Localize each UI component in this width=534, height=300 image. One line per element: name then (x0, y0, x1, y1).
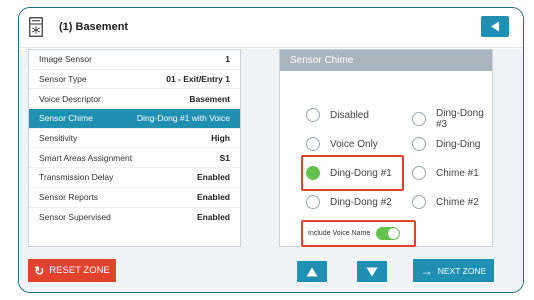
chime-option-ding-ding[interactable]: Ding-Ding (412, 137, 480, 151)
chime-option-ding-dong-2[interactable]: Ding-Dong #2 (306, 195, 392, 209)
next-zone-button[interactable]: → NEXT ZONE (413, 259, 494, 282)
radio-button[interactable] (306, 108, 320, 122)
include-voice-label: Include Voice Name (308, 230, 371, 237)
row-value: Basement (189, 93, 230, 104)
row-label: Image Sensor (39, 54, 92, 65)
refresh-icon: ↻ (34, 263, 45, 278)
header-bar: (1) Basement (19, 8, 523, 48)
radio-button[interactable] (412, 166, 426, 180)
row-label: Voice Descriptor (39, 93, 101, 104)
row-value: Enabled (196, 192, 230, 203)
settings-row-sensitivity[interactable]: Sensitivity High (29, 129, 240, 149)
radio-button-selected[interactable] (306, 166, 320, 180)
next-row-button[interactable] (357, 261, 387, 282)
row-value: Enabled (196, 212, 230, 223)
row-value: 1 (225, 54, 230, 65)
row-label: Sensor Supervised (39, 212, 111, 223)
option-label: Chime #2 (436, 196, 479, 208)
option-label: Voice Only (330, 138, 378, 150)
option-label: Ding-Dong #3 (436, 108, 484, 130)
settings-row-sensor-supervised[interactable]: Sensor Supervised Enabled (29, 208, 240, 228)
previous-button[interactable] (297, 261, 327, 282)
back-arrow-icon (491, 21, 499, 32)
settings-row-voice-descriptor[interactable]: Voice Descriptor Basement (29, 89, 240, 110)
settings-row-sensor-type[interactable]: Sensor Type 01 - Exit/Entry 1 (29, 70, 240, 90)
chime-option-chime-1[interactable]: Chime #1 (412, 166, 479, 180)
page-title: (1) Basement (59, 21, 129, 33)
chime-option-voice-only[interactable]: Voice Only (306, 137, 378, 151)
arrow-right-icon: → (420, 263, 433, 278)
option-label: Ding-Ding (436, 138, 481, 150)
settings-row-smart-areas[interactable]: Smart Areas Assignment S1 (29, 148, 240, 169)
row-value: S1 (219, 152, 230, 163)
include-voice-toggle[interactable] (376, 227, 401, 240)
radio-button[interactable] (306, 195, 320, 209)
chime-option-disabled[interactable]: Disabled (306, 108, 369, 122)
reset-zone-button[interactable]: ↻ RESET ZONE (28, 259, 116, 282)
radio-button[interactable] (412, 137, 426, 151)
row-label: Sensor Chime (39, 113, 93, 124)
panel-title: Sensor Chime (280, 50, 492, 71)
sensor-settings-list: Image Sensor 1 Sensor Type 01 - Exit/Ent… (28, 49, 241, 247)
radio-button[interactable] (412, 195, 426, 209)
chime-option-ding-dong-3[interactable]: Ding-Dong #3 (412, 108, 492, 130)
settings-row-sensor-reports[interactable]: Sensor Reports Enabled (29, 188, 240, 208)
row-label: Sensor Type (39, 74, 87, 85)
arrow-down-icon (366, 267, 378, 276)
row-value: Enabled (196, 172, 230, 183)
row-label: Sensitivity (39, 133, 78, 144)
option-label: Chime #1 (436, 167, 479, 179)
settings-row-transmission-delay[interactable]: Transmission Delay Enabled (29, 168, 240, 188)
row-value: High (211, 133, 230, 144)
include-voice-row: Include Voice Name (308, 227, 401, 240)
sensor-device-icon (29, 17, 43, 37)
row-label: Transmission Delay (39, 172, 114, 183)
next-label: NEXT ZONE (437, 265, 487, 276)
settings-row-image-sensor[interactable]: Image Sensor 1 (29, 50, 240, 70)
chime-option-chime-2[interactable]: Chime #2 (412, 195, 479, 209)
settings-row-sensor-chime[interactable]: Sensor Chime Ding-Dong #1 with Voice (29, 109, 240, 129)
radio-button[interactable] (306, 137, 320, 151)
back-button[interactable] (481, 16, 509, 37)
row-value: Ding-Dong #1 with Voice (136, 113, 230, 124)
chime-option-ding-dong-1[interactable]: Ding-Dong #1 (306, 166, 392, 180)
arrow-up-icon (306, 267, 318, 276)
option-label: Ding-Dong #1 (330, 167, 392, 179)
sensor-chime-panel: Sensor Chime Disabled Ding-Dong #3 Voice… (279, 49, 493, 247)
radio-button[interactable] (412, 112, 426, 126)
row-value: 01 - Exit/Entry 1 (166, 74, 230, 85)
option-label: Ding-Dong #2 (330, 196, 392, 208)
toggle-knob (388, 228, 400, 239)
row-label: Sensor Reports (39, 192, 99, 203)
option-label: Disabled (330, 109, 369, 121)
row-label: Smart Areas Assignment (39, 152, 133, 163)
reset-label: RESET ZONE (49, 265, 110, 276)
